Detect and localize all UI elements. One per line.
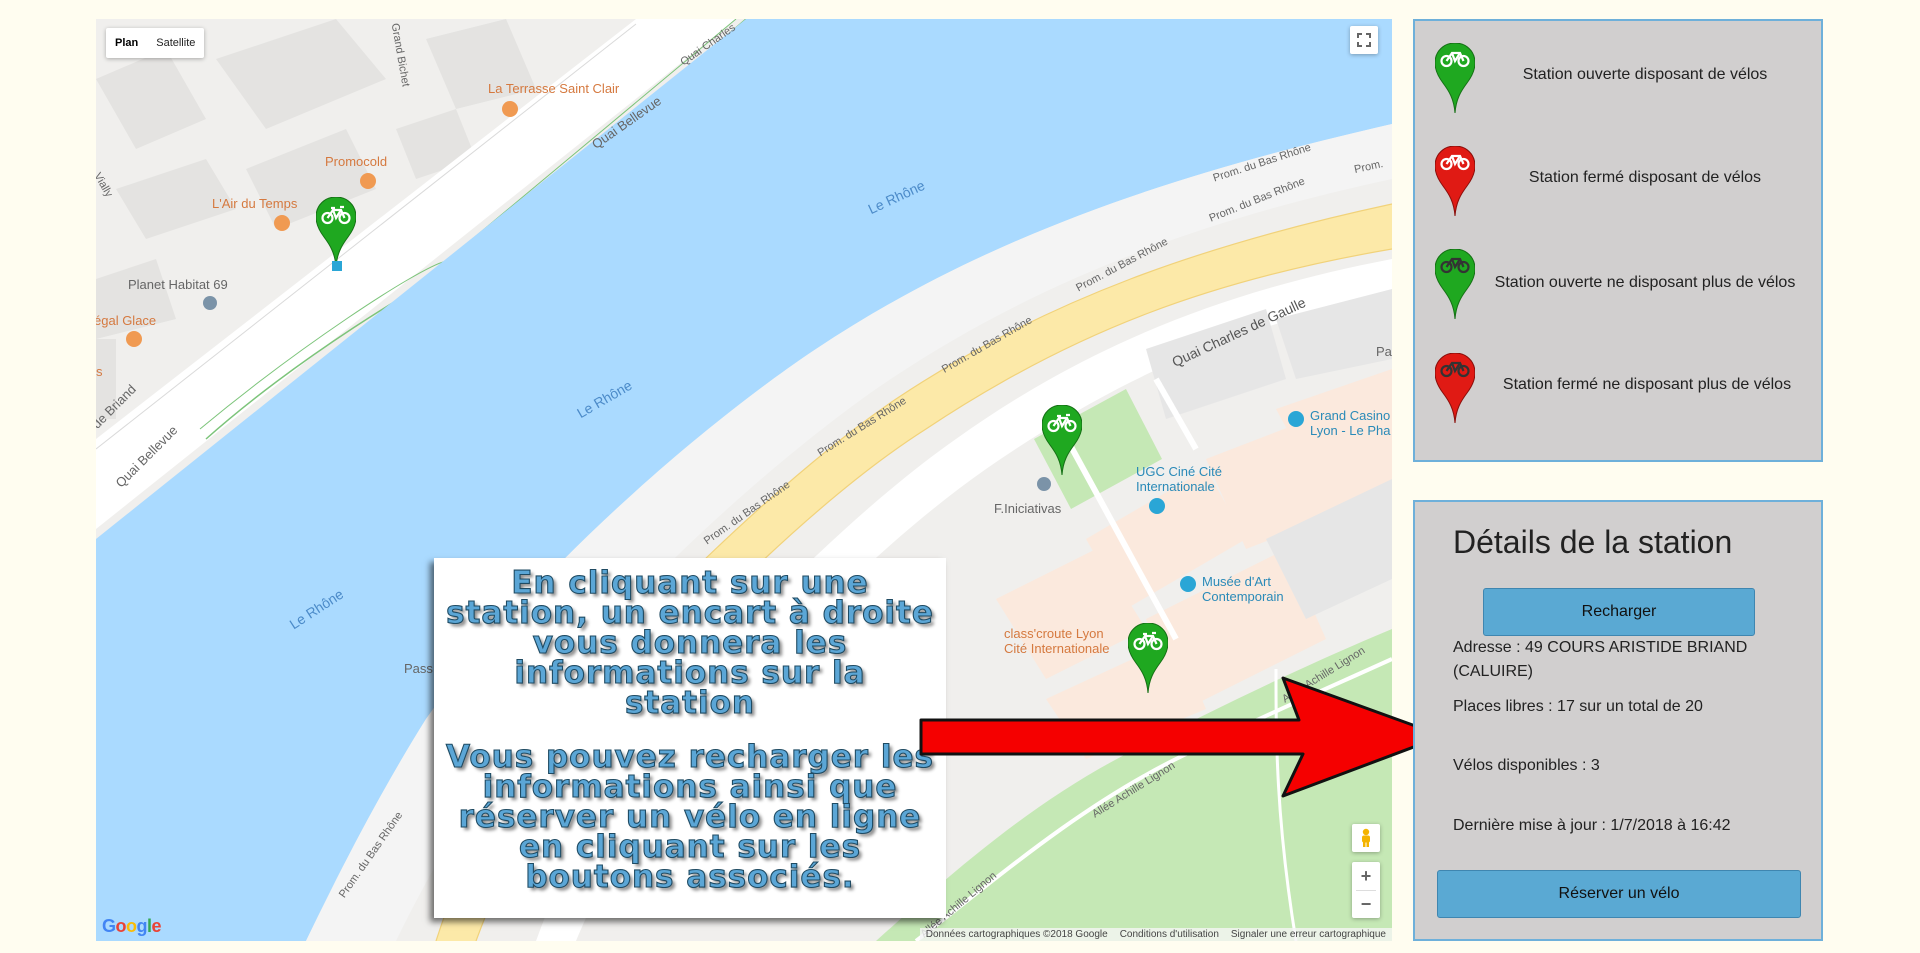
station-available-bikes: Vélos disponibles : 3: [1453, 757, 1600, 774]
station-marker[interactable]: [316, 197, 356, 269]
poi-label: Internationale: [1136, 479, 1215, 494]
legend-label: Station fermé ne disposant plus de vélos: [1502, 376, 1792, 393]
open-station-no-bikes-marker-icon: [1435, 249, 1475, 320]
map-type-plan-button[interactable]: Plan: [106, 28, 147, 58]
station-details-panel: Détails de la station Recharger Adresse …: [1413, 500, 1823, 941]
zoom-control: + −: [1352, 862, 1380, 918]
arrow-icon: [919, 676, 1445, 798]
poi-label[interactable]: F.Iniciativas: [994, 501, 1061, 516]
station-address: Adresse : 49 COURS ARISTIDE BRIAND (CALU…: [1453, 639, 1748, 680]
restaurant-icon: [502, 101, 518, 117]
map-type-control: Plan Satellite: [106, 28, 205, 58]
poi-label: Contemporain: [1202, 589, 1284, 604]
cinema-icon: [1149, 498, 1165, 514]
reload-button[interactable]: Recharger: [1483, 588, 1755, 636]
place-icon: [1037, 477, 1051, 491]
map-data-credit: Données cartographiques ©2018 Google: [925, 929, 1108, 940]
zoom-out-button[interactable]: −: [1352, 891, 1380, 918]
report-error-link[interactable]: Signaler une erreur cartographique: [1231, 929, 1386, 940]
poi-label: s: [96, 364, 103, 379]
legend-item: Station ouverte ne disposant plus de vél…: [1435, 249, 1815, 329]
poi-label[interactable]: égal Glace: [96, 313, 156, 328]
google-logo: Google: [102, 916, 162, 936]
poi-label: Pass: [404, 661, 433, 676]
restaurant-icon: [274, 215, 290, 231]
station-last-update: Dernière mise à jour : 1/7/2018 à 16:42: [1453, 817, 1731, 834]
poi-label: Cité Internationale: [1004, 641, 1110, 656]
station-free-places: Places libres : 17 sur un total de 20: [1453, 698, 1703, 715]
open-station-with-bikes-marker-icon: [1435, 43, 1475, 114]
legend-item: Station ouverte disposant de vélos: [1435, 43, 1815, 123]
closed-station-with-bikes-marker-icon: [1435, 146, 1475, 217]
legend-label: Station ouverte ne disposant plus de vél…: [1494, 274, 1796, 291]
instruction-text-2: Vous pouvez recharger les informations a…: [445, 739, 934, 895]
poi-label[interactable]: Promocold: [325, 154, 387, 169]
poi-label[interactable]: class'croute Lyon: [1004, 626, 1104, 641]
fullscreen-button[interactable]: [1350, 26, 1378, 54]
poi-label[interactable]: La Terrasse Saint Clair: [488, 81, 619, 96]
poi-label[interactable]: Grand Casino: [1310, 408, 1390, 423]
poi-label[interactable]: UGC Ciné Cité: [1136, 464, 1222, 479]
zoom-in-button[interactable]: +: [1352, 862, 1380, 890]
legend-label: Station fermé disposant de vélos: [1528, 169, 1762, 186]
street-view-button[interactable]: [1352, 824, 1380, 852]
fullscreen-icon: [1357, 33, 1371, 47]
pegman-icon: [1362, 828, 1370, 847]
poi-label[interactable]: Planet Habitat 69: [128, 277, 228, 292]
reserve-bike-button[interactable]: Réserver un vélo: [1437, 870, 1801, 918]
museum-icon: [1180, 576, 1196, 592]
map-attribution: Données cartographiques ©2018 Google Con…: [919, 928, 1392, 941]
instruction-text-1: En cliquant sur une station, un encart à…: [446, 565, 934, 721]
map-type-satellite-button[interactable]: Satellite: [147, 28, 204, 58]
legend-item: Station fermé disposant de vélos: [1435, 146, 1815, 226]
poi-label: Pa: [1376, 344, 1392, 359]
poi-label[interactable]: L'Air du Temps: [212, 196, 297, 211]
terms-link[interactable]: Conditions d'utilisation: [1120, 929, 1219, 940]
restaurant-icon: [360, 173, 376, 189]
place-icon: [203, 296, 217, 310]
legend-panel: Station ouverte disposant de vélos Stati…: [1413, 19, 1823, 462]
casino-icon: [1288, 411, 1304, 427]
poi-label[interactable]: Musée d'Art: [1202, 574, 1271, 589]
closed-station-no-bikes-marker-icon: [1435, 353, 1475, 424]
instruction-overlay: En cliquant sur une station, un encart à…: [434, 558, 946, 918]
legend-item: Station fermé ne disposant plus de vélos: [1435, 353, 1815, 433]
details-title: Détails de la station: [1453, 524, 1733, 560]
transit-icon: [332, 261, 342, 271]
restaurant-icon: [126, 331, 142, 347]
poi-label: Lyon - Le Pha: [1310, 423, 1391, 438]
station-marker[interactable]: [1042, 405, 1082, 477]
legend-label: Station ouverte disposant de vélos: [1522, 66, 1768, 83]
